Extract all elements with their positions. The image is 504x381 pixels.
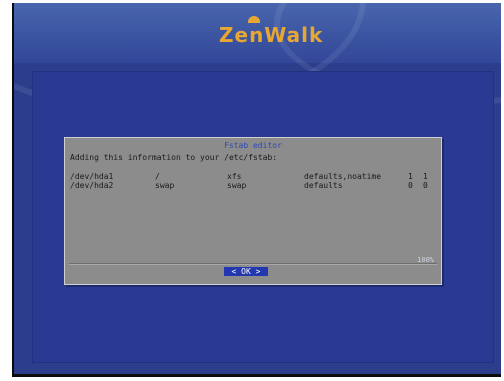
fstab-row: /dev/hda2 swap swap defaults 0 0 bbox=[70, 181, 436, 190]
fs-cell: xfs bbox=[227, 172, 242, 181]
logo-sun-icon bbox=[248, 16, 260, 23]
device-cell: /dev/hda1 bbox=[70, 172, 114, 181]
dump-cell: 0 bbox=[408, 181, 413, 190]
fstab-entries: /dev/hda1 / xfs defaults,noatime 1 1 /de… bbox=[70, 172, 436, 190]
mount-cell: / bbox=[155, 172, 160, 181]
header-banner: ZenWalk bbox=[14, 3, 501, 115]
options-cell: defaults,noatime bbox=[304, 172, 382, 181]
device-cell: /dev/hda2 bbox=[70, 181, 114, 190]
fstab-row: /dev/hda1 / xfs defaults,noatime 1 1 bbox=[70, 172, 436, 181]
options-cell: defaults bbox=[304, 181, 343, 190]
installer-screen: ZenWalk Fstab editor Adding this informa… bbox=[12, 3, 501, 377]
mount-cell: swap bbox=[155, 181, 175, 190]
dump-cell: 1 bbox=[408, 172, 413, 181]
pass-cell: 1 bbox=[423, 172, 428, 181]
fs-cell: swap bbox=[227, 181, 247, 190]
fstab-dialog: Fstab editor Adding this information to … bbox=[64, 137, 442, 285]
dialog-separator bbox=[69, 263, 437, 265]
dialog-title: Fstab editor bbox=[224, 141, 282, 150]
dialog-message: Adding this information to your /etc/fst… bbox=[70, 153, 278, 162]
ok-button[interactable]: < OK > bbox=[224, 267, 268, 276]
pass-cell: 0 bbox=[423, 181, 428, 190]
zenwalk-logo: ZenWalk bbox=[219, 23, 324, 47]
